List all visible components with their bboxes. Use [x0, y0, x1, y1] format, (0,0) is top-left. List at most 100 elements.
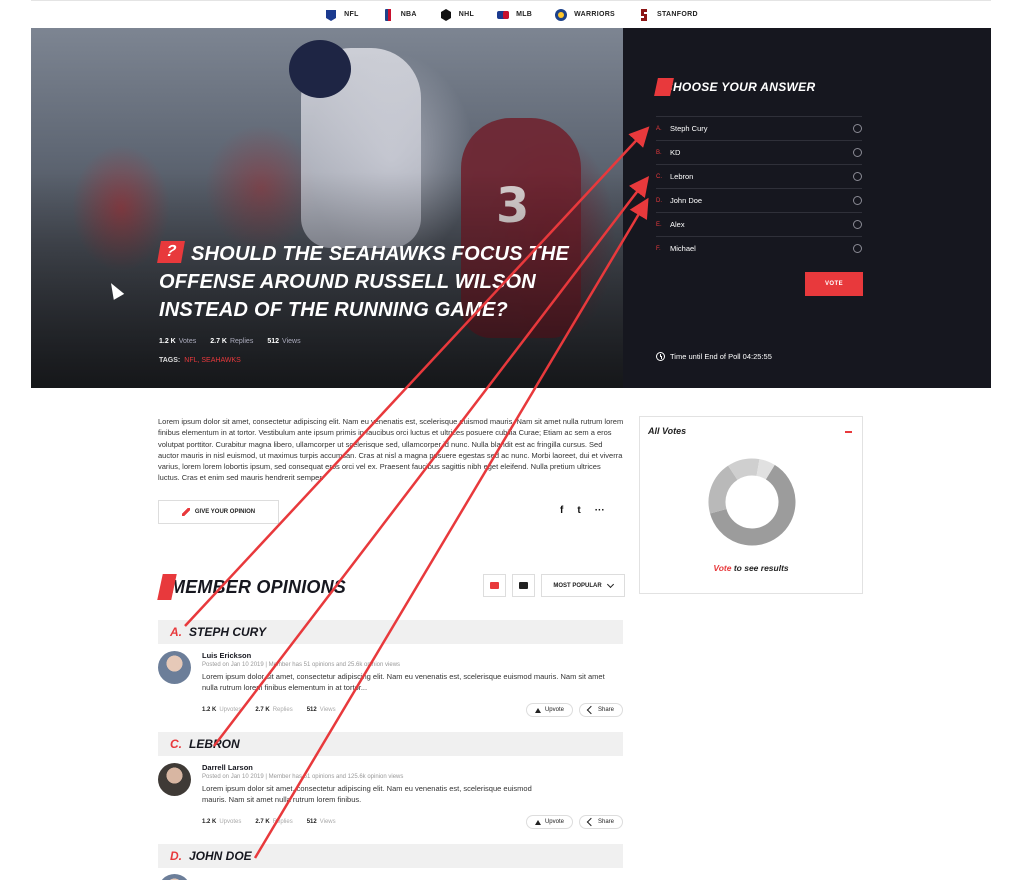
option-letter: E. — [656, 221, 662, 228]
stat-views: 512 Views — [306, 819, 336, 825]
league-label: WARRIORS — [574, 11, 616, 18]
hero-stat-replies: 2.7 K Replies — [210, 338, 254, 345]
league-link-nba[interactable]: NBA — [381, 8, 417, 22]
option-letter: C. — [656, 173, 662, 180]
poll-option-f[interactable]: F. Michael — [656, 236, 862, 260]
group-letter: A. — [170, 625, 182, 639]
upvote-button[interactable]: Upvote — [525, 815, 573, 829]
stat-replies: 2.7 K Replies — [255, 819, 293, 825]
league-label: NFL — [344, 11, 359, 18]
poll-option-c[interactable]: C. Lebron — [656, 164, 862, 188]
chevron-down-icon — [606, 580, 614, 588]
share-label: Share — [597, 707, 614, 713]
nhl-logo-icon — [439, 8, 453, 22]
opinion-text: Lorem ipsum dolor sit amet, consectetur … — [202, 784, 532, 804]
stat-replies: 2.7 K Replies — [255, 707, 293, 713]
radio-icon[interactable] — [853, 148, 862, 157]
group-letter: D. — [170, 849, 182, 863]
opinion-meta: Posted on Jan 10 2019 | Member has 51 op… — [202, 662, 401, 668]
opinion-group-a: A. STEPH CURY — [158, 620, 623, 644]
member-opinions-title: MEMBER OPINIONS — [170, 576, 347, 597]
facebook-icon[interactable]: f — [560, 505, 563, 516]
option-letter: B. — [656, 149, 662, 156]
poll-option-b[interactable]: B. KD — [656, 140, 862, 164]
poll-timer: Time until End of Poll 04:25:55 — [656, 352, 772, 361]
hero-stat-votes: 1.2 K Votes — [159, 338, 197, 345]
stat-upvotes: 1.2 K Upvotes — [202, 819, 242, 825]
vote-link[interactable]: Vote — [713, 563, 731, 573]
hero-question: ? Should the Seahawks focus the offense a… — [157, 240, 579, 324]
radio-icon[interactable] — [853, 172, 862, 181]
upvote-button[interactable]: Upvote — [525, 703, 573, 717]
poll-panel: CHOOSE YOUR ANSWER A. Steph Cury B. KD C. L… — [623, 28, 991, 388]
collapse-icon[interactable] — [845, 431, 852, 433]
votes-note: Vote to see results — [640, 563, 862, 573]
stat-views: 512 Views — [306, 707, 336, 713]
hero-tags: TAGS: NFL, SEAHAWKS — [159, 357, 579, 364]
avatar[interactable] — [158, 874, 191, 880]
more-options-icon[interactable]: ··· — [595, 505, 605, 516]
video-opinions-filter[interactable] — [512, 574, 535, 597]
author-name[interactable]: Luis Erickson — [202, 651, 251, 660]
donut-segment — [708, 465, 738, 514]
share-row: f t ··· — [560, 505, 605, 516]
text-opinions-filter[interactable] — [483, 574, 506, 597]
share-icon — [586, 817, 596, 827]
league-label: NBA — [400, 11, 417, 18]
share-button[interactable]: Share — [578, 703, 623, 717]
option-letter: F. — [656, 245, 661, 252]
article-body: Lorem ipsum dolor sit amet, consectetur … — [158, 417, 624, 483]
poll-option-d[interactable]: D. John Doe — [656, 188, 862, 212]
member-opinions-header: MEMBER OPINIONS — [157, 574, 347, 600]
opinion-stats: 1.2 K Upvotes 2.7 K Replies 512 Views — [202, 707, 336, 713]
group-name: JOHN DOE — [189, 849, 252, 863]
question-badge: ? — [157, 241, 185, 263]
league-label: NHL — [458, 11, 475, 18]
radio-icon[interactable] — [853, 220, 862, 229]
upvote-label: Upvote — [544, 819, 564, 825]
author-name[interactable]: Darrell Larson — [202, 763, 253, 772]
league-link-nfl[interactable]: NFL — [324, 8, 359, 22]
opinion-text: Lorem ipsum dolor sit amet, consectetur … — [202, 672, 605, 692]
share-button[interactable]: Share — [578, 815, 623, 829]
poll-options: A. Steph Cury B. KD C. Lebron D. John Doe E.… — [656, 116, 862, 260]
poll-option-a[interactable]: A. Steph Cury — [656, 116, 862, 140]
donut-segment — [756, 459, 775, 480]
league-link-stanford[interactable]: STANFORD — [637, 8, 698, 22]
option-label: KD — [670, 148, 681, 157]
twitter-icon[interactable]: t — [577, 505, 580, 516]
avatar[interactable] — [158, 651, 191, 684]
league-link-warriors[interactable]: WARRIORS — [554, 8, 615, 22]
radio-icon[interactable] — [853, 244, 862, 253]
avatar[interactable] — [158, 763, 191, 796]
share-label: Share — [597, 819, 614, 825]
hero-stat-views: 512 Views — [267, 338, 301, 345]
sort-dropdown[interactable]: MOST POPULAR — [541, 574, 625, 597]
radio-icon[interactable] — [853, 196, 862, 205]
opinion-actions: Upvote Share — [525, 703, 623, 717]
tag-links[interactable]: NFL, SEAHAWKS — [184, 357, 241, 364]
video-icon — [519, 582, 528, 589]
hero-question-text: Should the Seahawks focus the offense ar… — [159, 243, 570, 321]
vote-button[interactable]: VOTE — [805, 272, 863, 296]
league-label: STANFORD — [657, 11, 698, 18]
give-opinion-label: GIVE YOUR OPINION — [194, 509, 256, 515]
option-label: Steph Cury — [670, 124, 708, 133]
give-opinion-button[interactable]: GIVE YOUR OPINION — [158, 500, 279, 524]
nfl-logo-icon — [324, 8, 338, 22]
group-name: LEBRON — [189, 737, 240, 751]
league-link-nhl[interactable]: NHL — [439, 8, 474, 22]
poll-title: CHOOSE YOUR ANSWER — [664, 80, 816, 94]
option-letter: D. — [656, 197, 662, 204]
league-link-mlb[interactable]: MLB — [496, 8, 532, 22]
hero-banner: 3 ?Should the Seahawks focus the offense… — [31, 28, 623, 388]
nba-logo-icon — [381, 8, 395, 22]
votes-note-text: to see results — [731, 563, 789, 573]
option-letter: A. — [656, 125, 662, 132]
group-name: STEPH CURY — [189, 625, 267, 639]
opinion-group-c: C. LEBRON — [158, 732, 623, 756]
option-label: Michael — [670, 244, 696, 253]
poll-option-e[interactable]: E. Alex — [656, 212, 862, 236]
votes-title: All Votes — [648, 426, 687, 436]
radio-icon[interactable] — [853, 124, 862, 133]
